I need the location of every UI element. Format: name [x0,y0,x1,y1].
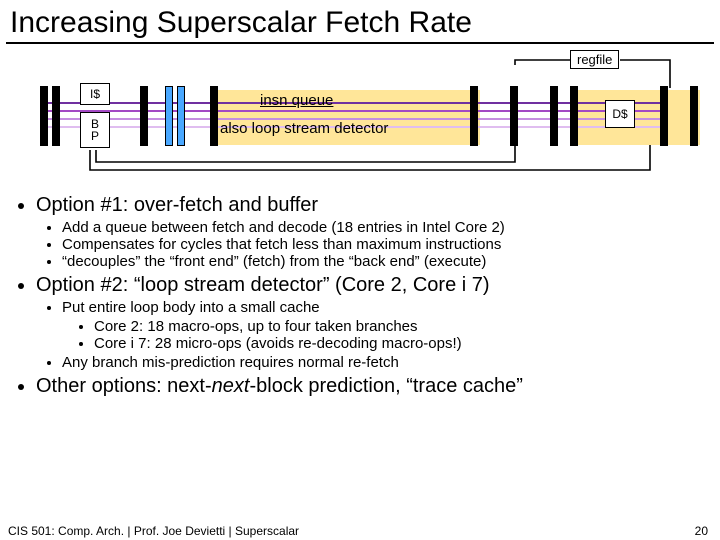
dcache-box: D$ [605,100,635,128]
opt2-subitem: Core i 7: 28 micro-ops (avoids re-decodi… [94,335,706,352]
opt2-item: Any branch mis-prediction requires norma… [62,354,706,371]
stage-latch [210,86,218,146]
title-rule [6,42,714,44]
stage-latch [550,86,558,146]
page-number: 20 [695,524,708,538]
stage-latch [52,86,60,146]
stage-latch [660,86,668,146]
opt1-head: Option #1: over-fetch and buffer [36,194,318,216]
insn-queue-label: insn queue [260,92,333,109]
opt2-head: Option #2: “loop stream detector” (Core … [36,274,490,296]
stage-latch [40,86,48,146]
bullet-content: Option #1: over-fetch and buffer Add a q… [0,194,720,398]
pipeline-diagram: regfile I$ B P D$ insn queue also loop s… [10,50,710,190]
footer-left: CIS 501: Comp. Arch. | Prof. Joe Deviett… [8,524,299,538]
opt1-item: “decouples” the “front end” (fetch) from… [62,253,706,270]
loop-detector-label: also loop stream detector [220,120,388,137]
icache-box: I$ [80,83,110,105]
opt2-item: Put entire loop body into a small cache … [62,299,706,352]
stage-latch [510,86,518,146]
stage-latch [470,86,478,146]
slide-footer: CIS 501: Comp. Arch. | Prof. Joe Deviett… [8,524,708,538]
stage-latch [140,86,148,146]
stage-latch [570,86,578,146]
stage-latch-decode [165,86,173,146]
stage-latch-decode [177,86,185,146]
opt2-subitem: Core 2: 18 macro-ops, up to four taken b… [94,318,706,335]
opt1-item: Add a queue between fetch and decode (18… [62,219,706,236]
opt3-head: Other options: next-next-block predictio… [36,375,706,398]
slide-title: Increasing Superscalar Fetch Rate [0,0,720,42]
branch-predictor-box: B P [80,112,110,148]
stage-latch [690,86,698,146]
opt1-item: Compensates for cycles that fetch less t… [62,236,706,253]
